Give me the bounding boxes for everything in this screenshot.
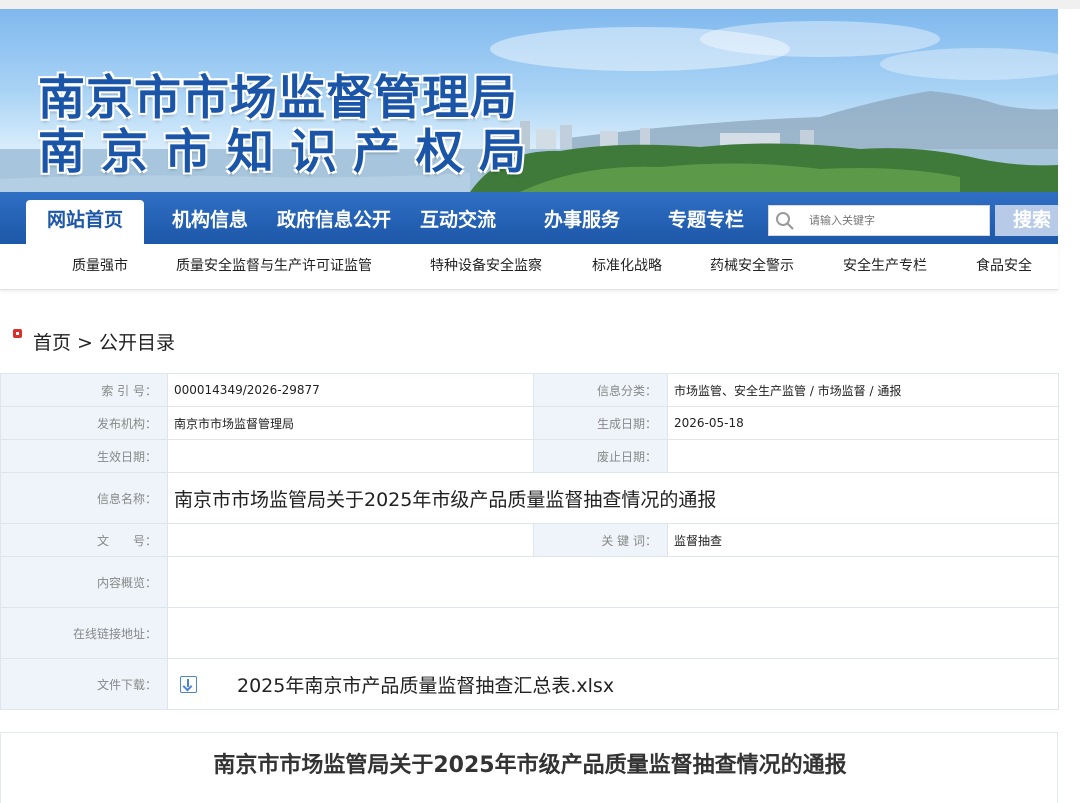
keywords-value: 监督抽查 xyxy=(667,523,1059,557)
download-label: 文件下载： xyxy=(0,658,168,710)
table-row: 发布机构： 南京市市场监督管理局 生成日期： 2026-05-18 xyxy=(0,406,1059,440)
download-cell: 2025年南京市产品质量监督抽查汇总表.xlsx xyxy=(167,658,1059,710)
effective-date-label: 生效日期： xyxy=(0,439,168,473)
table-row: 文件下载： 2025年南京市产品质量监督抽查汇总表.xlsx xyxy=(0,658,1059,710)
nav-item-topics[interactable]: 专题专栏 xyxy=(658,200,754,244)
expire-date-label: 废止日期： xyxy=(533,439,668,473)
table-row: 在线链接地址： xyxy=(0,607,1059,659)
banner-title-line2: 南京市知识产权局 xyxy=(38,125,542,180)
nav-item-organization[interactable]: 机构信息 xyxy=(160,200,260,244)
breadcrumb: 首页 > 公开目录 xyxy=(33,328,175,355)
table-row: 信息名称： 南京市市场监管局关于2025年市级产品质量监督抽查情况的通报 xyxy=(0,472,1059,524)
table-row: 内容概览： xyxy=(0,556,1059,608)
table-row: 文 号： 关 键 词： 监督抽查 xyxy=(0,523,1059,557)
subnav-item-standardization[interactable]: 标准化战略 xyxy=(592,244,662,288)
search-input[interactable] xyxy=(809,206,984,235)
info-name-value: 南京市市场监管局关于2025年市级产品质量监督抽查情况的通报 xyxy=(167,472,1059,524)
publisher-value: 南京市市场监督管理局 xyxy=(167,406,534,440)
site-banner: 南京市市场监督管理局 南京市知识产权局 xyxy=(0,9,1058,192)
index-label: 索 引 号： xyxy=(0,373,168,407)
expire-date-value xyxy=(667,439,1059,473)
nav-item-home[interactable]: 网站首页 xyxy=(26,200,144,244)
info-name-label: 信息名称： xyxy=(0,472,168,524)
breadcrumb-current[interactable]: 公开目录 xyxy=(99,332,175,354)
online-link-value[interactable] xyxy=(167,607,1059,659)
nav-item-services[interactable]: 办事服务 xyxy=(534,200,630,244)
table-row: 生效日期： 废止日期： xyxy=(0,439,1059,473)
nav-item-interaction[interactable]: 互动交流 xyxy=(410,200,506,244)
article-title: 南京市市场监管局关于2025年市级产品质量监督抽查情况的通报 xyxy=(213,753,847,778)
search-icon xyxy=(776,212,794,230)
category-label: 信息分类： xyxy=(533,373,668,407)
subnav-item-drug-device[interactable]: 药械安全警示 xyxy=(710,244,794,288)
subnav-item-quality-city[interactable]: 质量强市 xyxy=(72,244,128,288)
breadcrumb-separator: > xyxy=(71,332,100,354)
publisher-label: 发布机构： xyxy=(0,406,168,440)
doc-number-label: 文 号： xyxy=(0,523,168,557)
main-nav: 网站首页 机构信息 政府信息公开 互动交流 办事服务 专题专栏 搜索 xyxy=(0,192,1058,244)
sub-nav: 质量强市 质量安全监督与生产许可证监管 特种设备安全监察 标准化战略 药械安全警… xyxy=(0,244,1058,290)
online-link-label: 在线链接地址： xyxy=(0,607,168,659)
search-button[interactable]: 搜索 xyxy=(995,205,1058,236)
download-file-link[interactable]: 2025年南京市产品质量监督抽查汇总表.xlsx xyxy=(237,675,614,697)
keywords-label: 关 键 词： xyxy=(533,523,668,557)
table-row: 索 引 号： 000014349/2026-29877 信息分类： 市场监管、安… xyxy=(0,373,1059,407)
info-table: 索 引 号： 000014349/2026-29877 信息分类： 市场监管、安… xyxy=(0,373,1059,710)
download-icon[interactable] xyxy=(180,675,197,693)
index-value: 000014349/2026-29877 xyxy=(167,373,534,407)
effective-date-value xyxy=(167,439,534,473)
subnav-item-safety-production[interactable]: 安全生产专栏 xyxy=(843,244,927,288)
breadcrumb-home[interactable]: 首页 xyxy=(33,332,71,354)
breadcrumb-icon xyxy=(13,329,22,338)
search-box xyxy=(768,205,990,236)
subnav-item-special-equipment[interactable]: 特种设备安全监察 xyxy=(430,244,542,288)
doc-number-value xyxy=(167,523,534,557)
article-panel: 南京市市场监管局关于2025年市级产品质量监督抽查情况的通报 xyxy=(0,732,1058,803)
subnav-item-quality-safety[interactable]: 质量安全监督与生产许可证监管 xyxy=(176,244,372,288)
summary-value xyxy=(167,556,1059,608)
summary-label: 内容概览： xyxy=(0,556,168,608)
top-strip xyxy=(0,0,1080,9)
created-date-value: 2026-05-18 xyxy=(667,406,1059,440)
created-date-label: 生成日期： xyxy=(533,406,668,440)
category-value: 市场监管、安全生产监管 / 市场监督 / 通报 xyxy=(667,373,1059,407)
subnav-item-food-safety[interactable]: 食品安全 xyxy=(976,244,1032,288)
nav-item-gov-info[interactable]: 政府信息公开 xyxy=(270,200,398,244)
